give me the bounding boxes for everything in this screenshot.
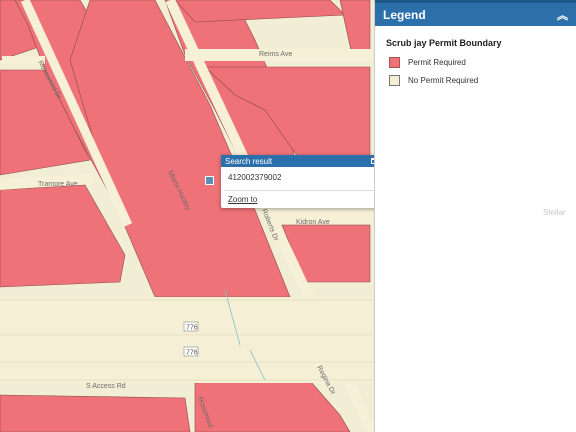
popup-title: Search result [225, 156, 273, 166]
legend-item: Permit Required [389, 57, 576, 68]
legend-header[interactable]: Legend ︽ [375, 0, 576, 26]
zoom-to-link[interactable]: Zoom to [228, 195, 257, 204]
legend-layer-name: Scrub jay Permit Boundary [386, 38, 502, 48]
search-result-popup: Search result ✕ 412002379002 Zoom to ••• [221, 155, 394, 208]
legend-swatch [389, 57, 400, 68]
road-label: Kidron Ave [296, 219, 330, 226]
svg-text:776: 776 [186, 350, 198, 357]
watermark-text: Stellar [543, 208, 566, 217]
parcel-id: 412002379002 [228, 173, 282, 182]
road-label: Tramore Ave [38, 181, 78, 188]
legend-item-label: No Permit Required [408, 76, 479, 85]
parcel-permit-required [0, 394, 191, 432]
legend-swatch [389, 75, 400, 86]
selected-parcel-marker[interactable] [205, 176, 214, 185]
legend-item: No Permit Required [389, 75, 576, 86]
road-label: Reims Ave [259, 51, 292, 58]
legend-item-label: Permit Required [408, 58, 466, 67]
road-label: S Access Rd [86, 383, 126, 390]
svg-text:776: 776 [186, 325, 198, 332]
popup-header: Search result ✕ [221, 155, 394, 167]
route-shield: 776 [183, 346, 199, 357]
route-shield: 776 [183, 321, 199, 332]
legend-title: Legend [383, 7, 426, 22]
collapse-chevron-icon[interactable]: ︽ [557, 7, 568, 23]
